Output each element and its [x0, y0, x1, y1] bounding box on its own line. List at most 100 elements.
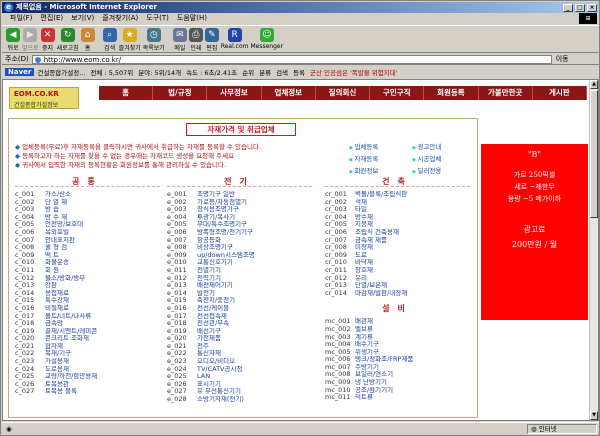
nav-places[interactable]: 가볼만한곳 [478, 86, 533, 100]
material-item[interactable]: cr_006 조립식 건축용재 [325, 229, 470, 237]
nav-member[interactable]: 회원등록 [424, 86, 479, 100]
favorites-button[interactable]: ★ 즐겨찾기 [119, 26, 141, 52]
material-item[interactable]: c_022 목재/기구 [15, 350, 160, 358]
material-item[interactable]: e_005 무대/특수조명기구 [167, 221, 312, 229]
material-item[interactable]: e_021 전주 [167, 343, 312, 351]
refresh-button[interactable]: ↻ 새로고침 [57, 26, 79, 52]
nav-company[interactable]: 업체정보 [261, 86, 316, 100]
material-item[interactable]: mc_006 탱크/정화조/FRP제품 [325, 356, 470, 364]
menu-edit[interactable]: 편집(E) [40, 13, 63, 24]
material-item[interactable]: c_021 합자재 [15, 343, 160, 351]
material-item[interactable]: e_014 발전기 [167, 290, 312, 298]
material-item[interactable]: c_011 회 원 [15, 267, 160, 275]
material-item[interactable]: e_028 소방기자재(전기) [167, 396, 312, 404]
realcom-button[interactable]: R Real.com [221, 26, 249, 50]
print-button[interactable]: ⎙ 인쇄 [188, 26, 203, 52]
material-item[interactable]: c_025 교량/하천/항만용재 [15, 373, 160, 381]
material-item[interactable]: e_011 전열기기 [167, 267, 312, 275]
scroll-down-icon[interactable]: ▼ [590, 411, 598, 420]
material-item[interactable]: e_024 TV/CATV공시청 [167, 366, 312, 374]
material-item[interactable]: cr_007 금속재 제품 [325, 237, 470, 245]
material-item[interactable]: c_015 특수강재 [15, 297, 160, 305]
link-contractors[interactable]: 시공업체 [412, 153, 467, 163]
material-item[interactable]: e_018 전선관/부속 [167, 320, 312, 328]
scroll-up-icon[interactable]: ▲ [590, 80, 598, 89]
link-member-info[interactable]: 회원정보 [349, 165, 404, 175]
material-item[interactable]: c_019 골재/시멘트/레미콘 [15, 328, 160, 336]
material-item[interactable]: e_015 축전지/충전기 [167, 297, 312, 305]
material-item[interactable]: mc_004 배수기구 [325, 341, 470, 349]
material-item[interactable]: c_008 월 형 검 [15, 244, 160, 252]
material-item[interactable]: c_012 불소/방화/방부 [15, 275, 160, 283]
material-item[interactable]: c_005 안전망/보호대 [15, 221, 160, 229]
material-item[interactable]: c_004 방 수 재 [15, 214, 160, 222]
material-item[interactable]: c_016 비철재료 [15, 305, 160, 313]
category-button[interactable]: 분류 [259, 67, 271, 77]
stop-button[interactable]: ✕ 중지 [40, 26, 55, 52]
link-company-register[interactable]: 업체등록 [349, 141, 404, 151]
naver-logo[interactable]: Naver [5, 68, 35, 76]
material-item[interactable]: mc_007 주방기기 [325, 364, 470, 372]
material-item[interactable]: c_002 단 열 재 [15, 199, 160, 207]
material-item[interactable]: c_006 옥외포빌 [15, 229, 160, 237]
maximize-button[interactable]: □ [575, 4, 585, 12]
ad-banner[interactable]: "B" 가로 250픽셀 세로 ~제한무 용량 ~5 메가이하 광고료 200만… [481, 144, 588, 320]
vertical-scrollbar[interactable]: ▲ ▼ [589, 80, 598, 420]
material-item[interactable]: cr_010 바닥재 [325, 259, 470, 267]
material-item[interactable]: c_003 방 습 [15, 206, 160, 214]
register-button[interactable]: 등록 [293, 67, 305, 77]
material-item[interactable]: mc_005 위생기구 [325, 349, 470, 357]
material-item[interactable]: mc_008 보일러/연소기 [325, 371, 470, 379]
site-name-field[interactable]: 건설종합가설정... [37, 67, 85, 77]
material-item[interactable]: cr_013 단열/보온재 [325, 282, 470, 290]
material-item[interactable]: cr_002 석재 [325, 199, 470, 207]
material-item[interactable]: cr_001 벽돌/블록/조립식판 [325, 191, 470, 199]
material-item[interactable]: e_017 전선접속재 [167, 313, 312, 321]
link-dealer-only[interactable]: 딜러전용 [412, 165, 467, 175]
material-item[interactable]: mc_011 덕트류 [325, 394, 470, 402]
material-item[interactable]: cr_008 미장재 [325, 244, 470, 252]
material-item[interactable]: cr_005 지붕재 [325, 221, 470, 229]
menu-tools[interactable]: 도구(T) [146, 13, 169, 24]
material-item[interactable]: e_002 가로등/자동점멸기 [167, 199, 312, 207]
material-item[interactable]: mc_002 밸브류 [325, 326, 470, 334]
material-item[interactable]: e_008 비상조명기구 [167, 244, 312, 252]
material-item[interactable]: e_003 장식용조명기구 [167, 206, 312, 214]
nav-law[interactable]: 법/규정 [153, 86, 208, 100]
back-button[interactable]: ◀ 뒤로 [6, 26, 20, 52]
material-item[interactable]: mc_001 배관재 [325, 318, 470, 326]
material-item[interactable]: e_009 up/down시스템조명 [167, 252, 312, 260]
menu-help[interactable]: 도움말(H) [177, 13, 207, 24]
material-item[interactable]: cr_012 유리 [325, 275, 470, 283]
material-item[interactable]: e_025 LAN [167, 373, 312, 381]
address-input[interactable]: http://www.eom.co.kr/ [31, 54, 552, 64]
menu-favorites[interactable]: 즐겨찾기(A) [102, 13, 138, 24]
material-item[interactable]: e_004 투광기/복사기 [167, 214, 312, 222]
material-item[interactable]: cr_004 방수재 [325, 214, 470, 222]
material-item[interactable]: c_001 가스/산소 [15, 191, 160, 199]
material-item[interactable]: e_026 표시기기 [167, 381, 312, 389]
edit-button[interactable]: ✎ 편집 [204, 26, 219, 52]
menu-file[interactable]: 파일(F) [10, 13, 32, 24]
material-item[interactable]: c_026 토목용관 [15, 381, 160, 389]
material-item[interactable]: cr_011 창호재 [325, 267, 470, 275]
scroll-thumb[interactable] [590, 90, 598, 218]
nav-qa[interactable]: 질의회신 [315, 86, 371, 100]
material-item[interactable]: e_006 방폭형조명/전기기구 [167, 229, 312, 237]
material-item[interactable]: c_023 가설용재 [15, 358, 160, 366]
nav-home[interactable]: 홈 [99, 86, 154, 100]
material-item[interactable]: c_014 용접재료 [15, 290, 160, 298]
search-button[interactable]: ⌕ 검색 [102, 26, 117, 52]
mail-button[interactable]: ✉ 메일 [172, 26, 187, 52]
material-item[interactable]: c_017 볼트/너트/나사류 [15, 313, 160, 321]
nav-office[interactable]: 사무정보 [207, 86, 262, 100]
material-item[interactable]: e_010 교통신호기기 [167, 259, 312, 267]
material-item[interactable]: e_016 전선/케이블 [167, 305, 312, 313]
material-item[interactable]: e_007 항공등화 [167, 237, 312, 245]
material-item[interactable]: e_012 전력기기 [167, 275, 312, 283]
material-item[interactable]: c_018 금속망 [15, 320, 160, 328]
forward-button[interactable]: ▶ 앞으로 [22, 26, 39, 52]
home-button[interactable]: ⌂ 홈 [80, 26, 95, 52]
material-item[interactable]: c_024 도로용재 [15, 366, 160, 374]
material-item[interactable]: c_010 화물운송 [15, 259, 160, 267]
